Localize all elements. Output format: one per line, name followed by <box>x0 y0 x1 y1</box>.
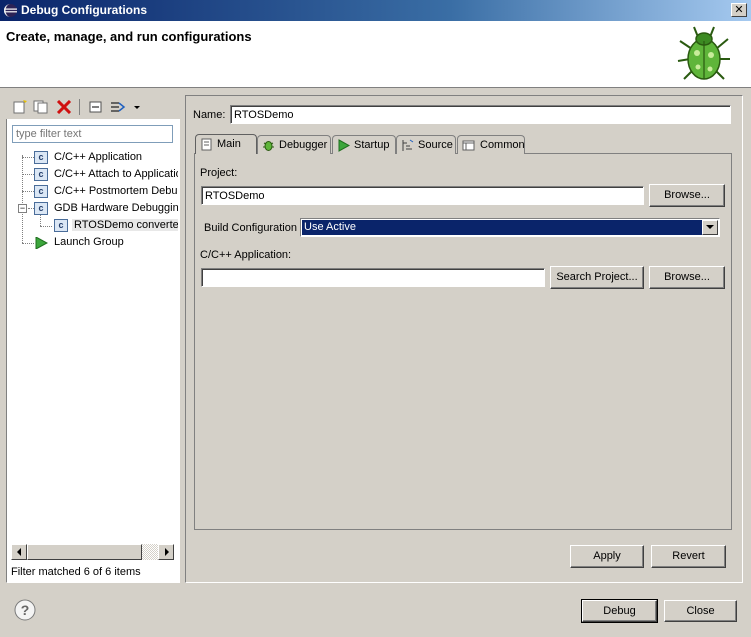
application-label: C/C++ Application: <box>200 249 292 261</box>
new-config-icon[interactable] <box>12 100 28 114</box>
c-config-icon: c <box>34 168 48 181</box>
close-button[interactable]: Close <box>664 600 737 622</box>
eclipse-icon <box>4 4 17 17</box>
tab-source[interactable]: Source <box>396 135 456 154</box>
configuration-tree: c C/C++ Application c C/C++ Attach to Ap… <box>6 146 178 542</box>
c-config-icon: c <box>34 185 48 198</box>
scroll-left-button[interactable] <box>11 544 27 560</box>
main-tab-icon <box>201 138 212 151</box>
application-browse-button[interactable]: Browse... <box>649 266 725 289</box>
tree-guide-line <box>40 226 52 227</box>
tab-label: Startup <box>354 139 390 151</box>
title-bar: Debug Configurations ✕ <box>0 0 751 21</box>
tree-item-label: C/C++ Postmortem Debugger <box>54 185 178 197</box>
tree-guide-line <box>22 155 23 243</box>
tab-label: Source <box>418 139 453 151</box>
project-label: Project: <box>200 167 238 179</box>
c-config-icon: c <box>34 151 48 164</box>
toolbar-separator <box>79 99 80 115</box>
help-glyph: ? <box>21 602 30 618</box>
tree-item-label: Launch Group <box>54 236 124 248</box>
tree-guide-line <box>22 191 34 192</box>
help-icon[interactable]: ? <box>14 599 36 621</box>
debugger-tab-icon <box>263 141 274 151</box>
duplicate-icon[interactable] <box>33 100 49 114</box>
tree-item-rtosdemo[interactable]: c RTOSDemo converted <box>52 217 178 234</box>
startup-tab-icon <box>338 139 350 152</box>
tree-guide-line <box>22 243 34 244</box>
tree-guide-line <box>22 174 34 175</box>
banner-title: Create, manage, and run configurations <box>6 29 252 44</box>
tree-item-label: RTOSDemo converted <box>72 219 178 231</box>
collapse-toggle[interactable]: − <box>18 204 27 213</box>
filter-icon[interactable] <box>110 100 126 114</box>
build-configuration-label: Build Configuration <box>204 222 297 234</box>
tab-label: Debugger <box>279 139 328 151</box>
tree-guide-line <box>22 157 34 158</box>
menu-chevron-icon[interactable] <box>132 100 142 114</box>
common-tab-icon <box>462 140 475 151</box>
c-config-icon: c <box>34 202 48 215</box>
tab-label: Common <box>480 139 525 151</box>
bug-icon <box>677 26 730 80</box>
tab-label: Main <box>217 138 241 150</box>
tab-main[interactable]: Main <box>195 134 257 154</box>
tree-item-label: C/C++ Application <box>54 151 143 163</box>
tree-item-c-application[interactable]: c C/C++ Application <box>34 149 178 166</box>
window-title: Debug Configurations <box>21 3 147 17</box>
tree-item-gdb-hardware[interactable]: c GDB Hardware Debugging <box>34 200 178 217</box>
configuration-toolbar <box>6 95 180 119</box>
horizontal-scrollbar[interactable] <box>11 544 174 560</box>
build-configuration-value: Use Active <box>302 220 702 235</box>
header-banner: Create, manage, and run configurations <box>0 21 751 88</box>
scroll-thumb[interactable] <box>27 544 142 560</box>
tab-content <box>194 153 732 530</box>
tree-item-c-postmortem[interactable]: c C/C++ Postmortem Debugger <box>34 183 178 200</box>
filter-input[interactable] <box>12 125 173 143</box>
source-tab-icon <box>402 139 414 151</box>
arrow-right-icon <box>165 548 169 556</box>
name-input[interactable] <box>230 105 731 124</box>
close-window-button[interactable]: ✕ <box>731 3 747 17</box>
project-input[interactable] <box>201 186 644 205</box>
scroll-right-button[interactable] <box>158 544 174 560</box>
close-icon: ✕ <box>734 4 744 16</box>
tab-common[interactable]: Common <box>457 135 525 154</box>
tree-item-launch-group[interactable]: Launch Group <box>34 234 178 251</box>
build-configuration-select[interactable]: Use Active <box>300 218 720 237</box>
c-config-icon: c <box>54 219 68 232</box>
revert-button[interactable]: Revert <box>651 545 726 568</box>
arrow-left-icon <box>17 548 21 556</box>
tree-item-label: C/C++ Attach to Application <box>54 168 178 180</box>
delete-icon[interactable] <box>56 100 72 114</box>
collapse-all-icon[interactable] <box>88 100 104 114</box>
chevron-down-icon <box>706 225 714 229</box>
tab-startup[interactable]: Startup <box>332 135 396 154</box>
search-project-button[interactable]: Search Project... <box>550 266 644 289</box>
tab-debugger[interactable]: Debugger <box>257 135 331 154</box>
tree-item-label: GDB Hardware Debugging <box>54 202 178 214</box>
filter-status: Filter matched 6 of 6 items <box>11 566 141 578</box>
debug-button[interactable]: Debug <box>581 599 658 623</box>
apply-button[interactable]: Apply <box>570 545 644 568</box>
collapse-glyph: − <box>19 203 26 213</box>
launch-group-icon <box>35 237 48 249</box>
project-browse-button[interactable]: Browse... <box>649 184 725 207</box>
tree-item-c-attach[interactable]: c C/C++ Attach to Application <box>34 166 178 183</box>
application-input[interactable] <box>201 268 545 287</box>
dropdown-button[interactable] <box>702 220 718 235</box>
name-label: Name: <box>193 109 226 121</box>
